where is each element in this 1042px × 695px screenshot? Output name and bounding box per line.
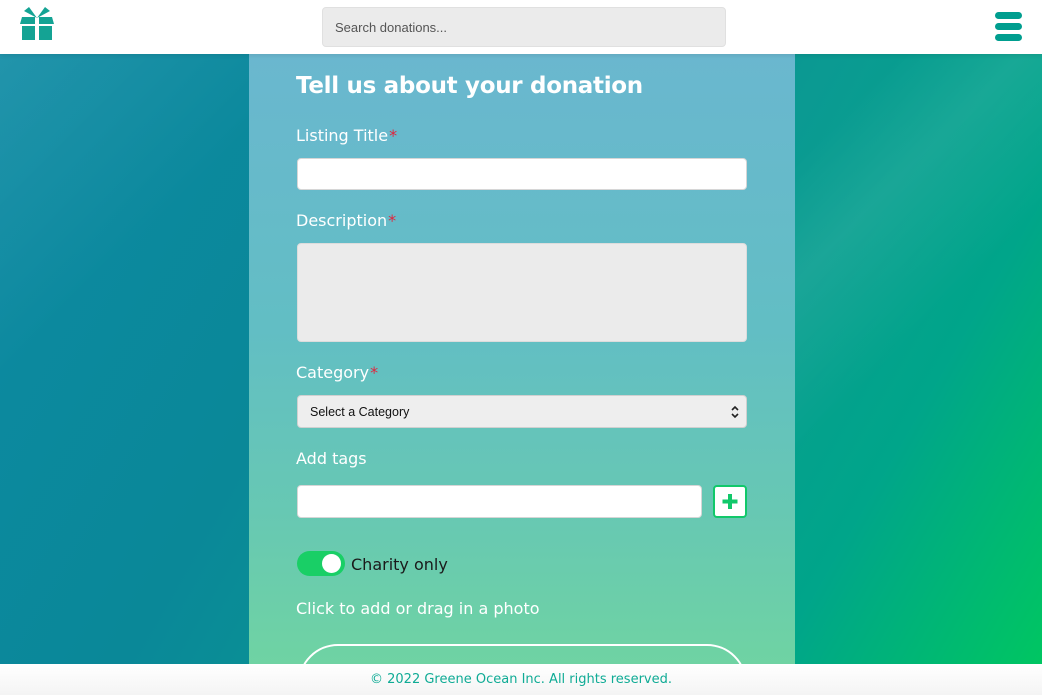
charity-only-label: Charity only xyxy=(351,555,448,574)
plus-icon xyxy=(722,494,738,509)
category-label: Category* xyxy=(296,363,378,382)
search-input[interactable] xyxy=(322,7,726,47)
category-label-text: Category xyxy=(296,363,370,382)
listing-title-label: Listing Title* xyxy=(296,126,397,145)
top-navbar xyxy=(0,0,1042,54)
listing-title-input[interactable] xyxy=(297,158,747,190)
chevron-updown-icon xyxy=(731,405,739,419)
description-label: Description* xyxy=(296,211,396,230)
add-tag-button[interactable] xyxy=(713,485,747,518)
description-label-text: Description xyxy=(296,211,388,230)
gift-box-icon[interactable] xyxy=(20,5,54,40)
category-selected-value: Select a Category xyxy=(310,404,410,419)
category-select[interactable]: Select a Category xyxy=(297,395,747,428)
toggle-knob xyxy=(322,554,341,573)
tags-input[interactable] xyxy=(297,485,702,518)
hamburger-menu-icon[interactable] xyxy=(995,12,1022,42)
listing-title-label-text: Listing Title xyxy=(296,126,389,145)
required-mark: * xyxy=(388,211,397,230)
charity-only-toggle[interactable] xyxy=(297,551,345,576)
required-mark: * xyxy=(370,363,379,382)
required-mark: * xyxy=(389,126,398,145)
description-textarea[interactable] xyxy=(297,243,747,342)
photo-upload-hint[interactable]: Click to add or drag in a photo xyxy=(296,599,540,618)
add-tags-label: Add tags xyxy=(296,449,367,468)
copyright-text: © 2022 Greene Ocean Inc. All rights rese… xyxy=(370,672,672,687)
form-title: Tell us about your donation xyxy=(296,73,643,99)
footer: © 2022 Greene Ocean Inc. All rights rese… xyxy=(0,664,1042,695)
